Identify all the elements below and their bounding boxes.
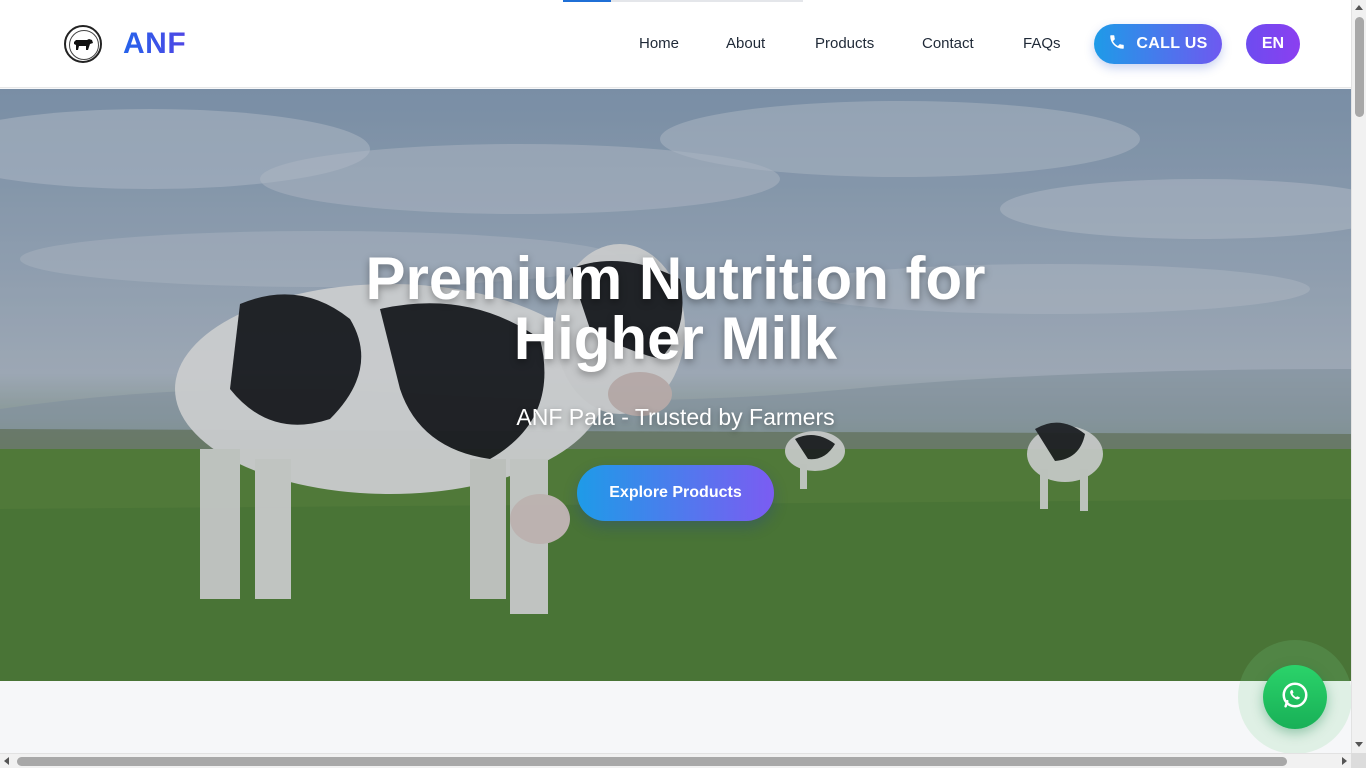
horizontal-scroll-thumb[interactable]: [17, 757, 1287, 766]
scroll-down-arrow-icon[interactable]: [1355, 742, 1363, 747]
scroll-left-arrow-icon[interactable]: [4, 757, 9, 765]
hero-title: Premium Nutrition for Higher Milk: [365, 245, 986, 372]
language-toggle-button[interactable]: EN: [1246, 24, 1300, 64]
hero-section: Premium Nutrition for Higher Milk ANF Pa…: [0, 89, 1351, 681]
nav-link-faqs[interactable]: FAQs: [1023, 34, 1061, 54]
whatsapp-button[interactable]: [1263, 665, 1327, 729]
phone-icon: [1108, 33, 1126, 56]
page-load-progress: [563, 0, 803, 2]
hero-overlay: [0, 89, 1351, 681]
navbar: ANF Home About Products Contact FAQs CAL…: [0, 0, 1351, 88]
whatsapp-icon: [1280, 680, 1310, 715]
explore-products-button[interactable]: Explore Products: [577, 465, 774, 521]
call-us-button[interactable]: CALL US: [1094, 24, 1222, 64]
horizontal-scrollbar[interactable]: [0, 753, 1366, 768]
scroll-up-arrow-icon[interactable]: [1355, 5, 1363, 10]
page-load-progress-fill: [563, 0, 611, 2]
vertical-scrollbar[interactable]: [1351, 0, 1366, 753]
nav-link-home[interactable]: Home: [639, 34, 679, 54]
scrollbar-corner: [1351, 753, 1366, 768]
call-us-label: CALL US: [1136, 35, 1208, 52]
nav-link-products[interactable]: Products: [815, 34, 874, 54]
scroll-right-arrow-icon[interactable]: [1342, 757, 1347, 765]
nav-link-contact[interactable]: Contact: [922, 34, 974, 54]
page-viewport: ANF Home About Products Contact FAQs CAL…: [0, 0, 1351, 753]
cow-emblem-icon[interactable]: [64, 25, 102, 63]
hero-subtitle: ANF Pala - Trusted by Farmers: [516, 404, 835, 430]
nav-link-about[interactable]: About: [726, 34, 765, 54]
vertical-scroll-thumb[interactable]: [1355, 17, 1364, 117]
brand-name[interactable]: ANF: [123, 26, 186, 62]
